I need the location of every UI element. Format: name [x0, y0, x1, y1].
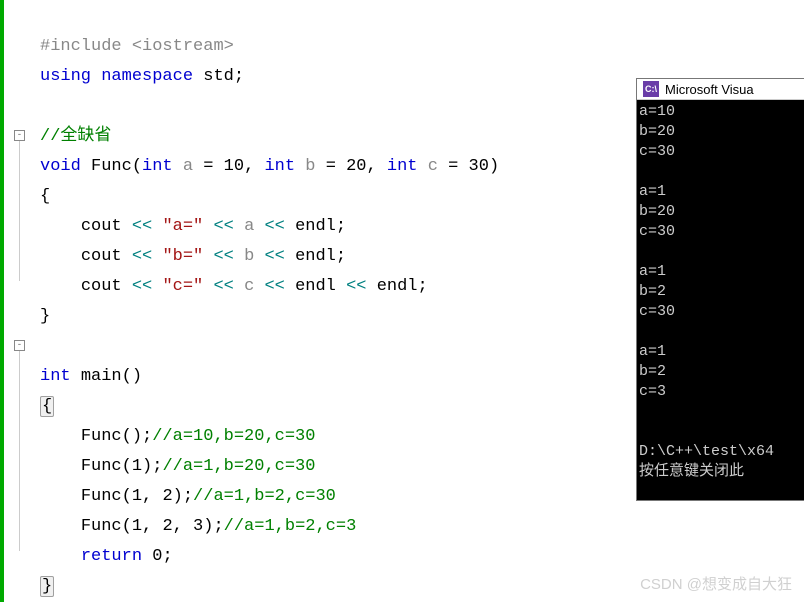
console-title: Microsoft Visua [665, 82, 754, 97]
vs-icon: C:\ [643, 81, 659, 97]
fold-gutter[interactable]: - - [4, 0, 40, 602]
console-titlebar[interactable]: C:\ Microsoft Visua [637, 79, 804, 100]
keyword-void: void [40, 157, 81, 176]
comment: //a=1,b=20,c=30 [162, 457, 315, 476]
comment: //a=1,b=2,c=3 [224, 517, 357, 536]
console-output[interactable]: a=10 b=20 c=30 a=1 b=20 c=30 a=1 b=2 c=3… [637, 100, 804, 500]
keyword-using: using [40, 67, 91, 86]
keyword-return: return [81, 547, 142, 566]
preprocessor: #include <iostream> [40, 37, 234, 56]
brace-close-matched: } [40, 576, 54, 597]
fold-line-main [19, 351, 20, 551]
console-window[interactable]: C:\ Microsoft Visua a=10 b=20 c=30 a=1 b… [636, 78, 804, 501]
func-main: main [81, 367, 122, 386]
comment: //a=1,b=2,c=30 [193, 487, 336, 506]
brace-close: } [40, 307, 50, 326]
fold-toggle-func[interactable]: - [14, 130, 25, 141]
comment: //全缺省 [40, 127, 111, 146]
identifier-std: std [203, 67, 234, 86]
brace-open: { [40, 187, 50, 206]
brace-open-matched: { [40, 396, 54, 417]
fold-toggle-main[interactable]: - [14, 340, 25, 351]
fold-line-func [19, 141, 20, 281]
keyword-namespace: namespace [101, 67, 193, 86]
func-name: Func [91, 157, 132, 176]
comment: //a=10,b=20,c=30 [152, 427, 315, 446]
keyword-int: int [40, 367, 71, 386]
